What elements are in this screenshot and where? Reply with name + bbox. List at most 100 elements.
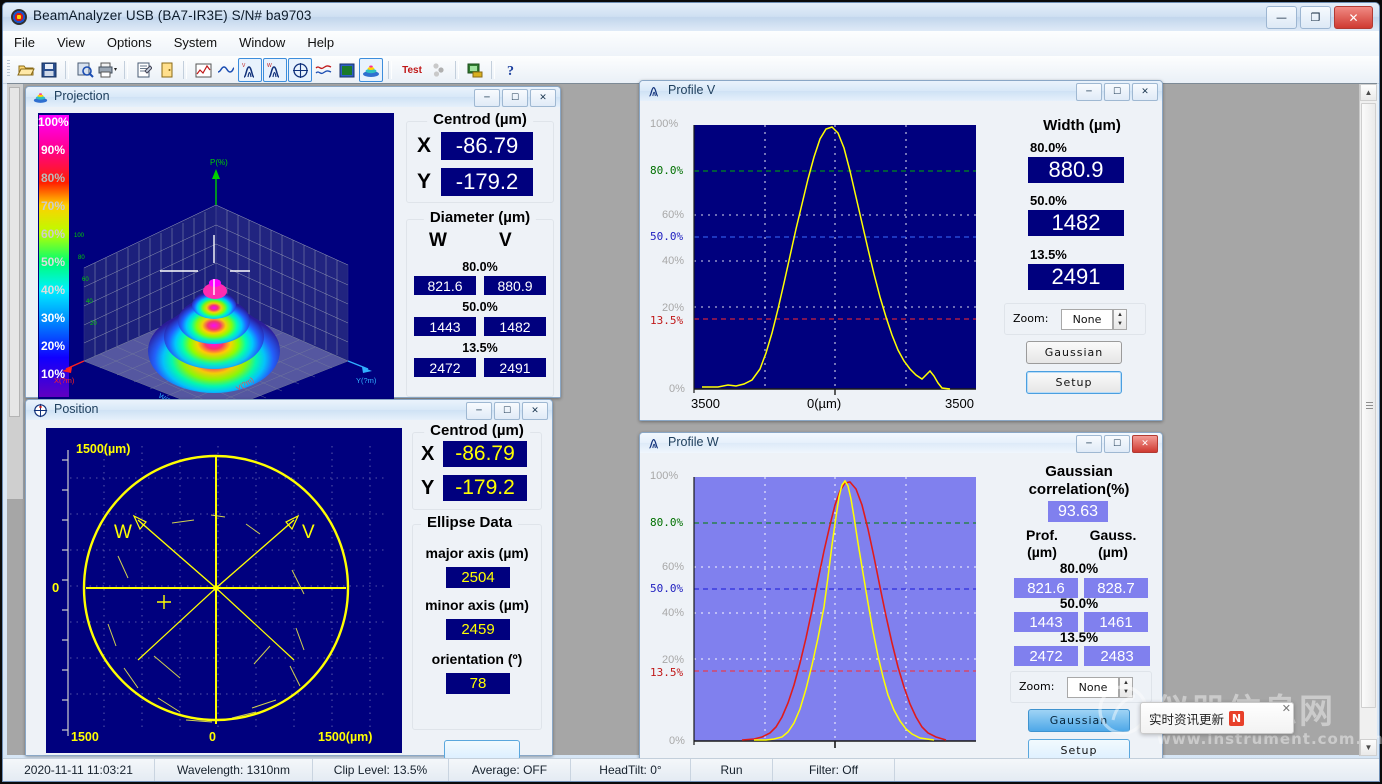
beam-dots-icon[interactable]	[428, 59, 450, 81]
profile-v-zoom-value[interactable]: None	[1061, 309, 1113, 330]
menu-item-help[interactable]: Help	[296, 31, 345, 54]
image-icon[interactable]	[336, 59, 358, 81]
projection-3d-plot[interactable]: P(%) X(?m) Y(?m) W(?m) V(?m) 10080	[38, 113, 394, 401]
profile-v-xtick-center: 0(µm)	[807, 396, 841, 411]
projection-centroid-x-label: X	[417, 134, 431, 158]
news-popup-close-icon[interactable]: ✕	[1282, 702, 1291, 715]
profile-w-zoom-spinner[interactable]: ▲▼	[1119, 677, 1133, 698]
position-plot[interactable]: W V	[46, 428, 402, 753]
projection-diameter-col-w: W	[429, 230, 447, 252]
profile-w-zoom-value[interactable]: None	[1067, 677, 1119, 698]
colorbar-tick-10: 10%	[41, 367, 65, 381]
projection-window: Projection ─ ☐ ✕	[25, 86, 561, 398]
profile-w-corr-caption-1: Gaussian	[1000, 463, 1158, 480]
toolbar-grip[interactable]	[7, 60, 10, 78]
profile-v-maximize-button[interactable]: ☐	[1104, 83, 1130, 101]
position-icon	[33, 403, 48, 418]
projection-diameter-level-50: 50.0%	[407, 300, 553, 314]
profile-w-maximize-button[interactable]: ☐	[1104, 435, 1130, 453]
menu-item-options[interactable]: Options	[96, 31, 163, 54]
profile-w-gauss-135: 2483	[1084, 646, 1150, 666]
position-minor-axis-value: 2459	[446, 619, 510, 640]
menu-item-system[interactable]: System	[163, 31, 228, 54]
position-setup-button[interactable]	[444, 740, 520, 760]
projection-title: Projection	[54, 89, 110, 103]
projection-diameter-w-135: 2472	[414, 358, 476, 377]
news-popup[interactable]: 实时资讯更新 N ✕	[1140, 702, 1294, 734]
mdi-vertical-scrollbar[interactable]: ▲ ▼	[1359, 84, 1377, 756]
projection-diameter-caption: Diameter (µm)	[424, 209, 536, 226]
profile-w-close-button[interactable]: ✕	[1132, 435, 1158, 453]
profile-v-zoom-spinner[interactable]: ▲▼	[1113, 309, 1127, 330]
print-preview-icon[interactable]	[74, 59, 96, 81]
projection-diameter-group: Diameter (µm) W V 80.0% 821.6 880.9 50.0…	[406, 219, 554, 397]
exit-door-icon[interactable]	[156, 59, 178, 81]
left-scrollbar[interactable]	[7, 84, 24, 499]
test-button[interactable]: Test	[397, 59, 427, 81]
projection-close-button[interactable]: ✕	[530, 89, 556, 107]
projection-minimize-button[interactable]: ─	[474, 89, 500, 107]
position-maximize-button[interactable]: ☐	[494, 402, 520, 420]
close-button[interactable]: ✕	[1334, 6, 1373, 29]
save-icon[interactable]	[38, 59, 60, 81]
profile-v-ytick-80: 80.0%	[650, 164, 683, 177]
profile-w-corr-value: 93.63	[1048, 501, 1108, 522]
profile-v-icon	[647, 84, 662, 99]
open-icon[interactable]	[15, 59, 37, 81]
projection-diameter-v-50: 1482	[484, 317, 546, 336]
colorbar-tick-70: 70%	[41, 199, 65, 213]
profile-v-plot-labels: 100% 80.0% 60% 50.0% 40% 20% 13.5% 0% 35…	[650, 103, 998, 419]
profile-w-col-gauss-2: (µm)	[1082, 544, 1144, 560]
profile-w-ytick-60: 60%	[662, 561, 684, 573]
left-scrollbar-thumb[interactable]	[9, 87, 20, 417]
profile-v-gaussian-button[interactable]: Gaussian	[1026, 341, 1122, 364]
window-titlebar: BeamAnalyzer USB (BA7-IR3E) S/N# ba9703 …	[3, 3, 1379, 32]
profile-v-zoom-group: Zoom: None ▲▼	[1004, 303, 1146, 335]
profile-v-icon[interactable]: V	[238, 58, 262, 82]
minimize-button[interactable]: —	[1266, 6, 1297, 29]
menu-bar: File View Options System Window Help	[3, 31, 1379, 57]
projection-diameter-level-80: 80.0%	[407, 260, 553, 274]
profile-v-xtick-left: 3500	[691, 396, 720, 411]
profile-w-col-prof-1: Prof.	[1012, 527, 1072, 543]
svg-text:40: 40	[86, 299, 93, 305]
help-icon[interactable]: ?	[500, 59, 522, 81]
print-icon[interactable]	[97, 59, 119, 81]
svg-text:P(%): P(%)	[210, 158, 228, 167]
profile-v-ytick-40: 40%	[662, 255, 684, 267]
position-major-axis-label: major axis (µm)	[413, 545, 541, 561]
toolbar-separator	[491, 61, 495, 79]
projection-maximize-button[interactable]: ☐	[502, 89, 528, 107]
wave-icon[interactable]	[215, 59, 237, 81]
properties-icon[interactable]	[133, 59, 155, 81]
settings-icon[interactable]	[464, 59, 486, 81]
position-icon[interactable]	[288, 58, 312, 82]
scroll-down-icon[interactable]: ▼	[1360, 739, 1377, 756]
profile-v-close-button[interactable]: ✕	[1132, 83, 1158, 101]
chart-icon[interactable]	[192, 59, 214, 81]
profile-w-icon[interactable]: W	[263, 58, 287, 82]
scrollbar-thumb[interactable]	[1361, 103, 1376, 708]
profile-w-gaussian-button[interactable]: Gaussian	[1028, 709, 1130, 732]
scroll-up-icon[interactable]: ▲	[1360, 84, 1377, 101]
position-minimize-button[interactable]: ─	[466, 402, 492, 420]
position-centroid-x-label: X	[421, 443, 434, 466]
maximize-button[interactable]: ❐	[1300, 6, 1331, 29]
position-close-button[interactable]: ✕	[522, 402, 548, 420]
profile-w-ytick-50: 50.0%	[650, 582, 683, 595]
svg-text:Y(?m): Y(?m)	[356, 376, 377, 385]
profile-v-minimize-button[interactable]: ─	[1076, 83, 1102, 101]
status-timestamp: 2020-11-11 11:03:21	[3, 759, 155, 781]
menu-item-window[interactable]: Window	[228, 31, 296, 54]
projection-centroid-caption: Centrod (µm)	[427, 111, 533, 128]
profile-v-setup-button[interactable]: Setup	[1026, 371, 1122, 394]
trend-icon[interactable]	[313, 59, 335, 81]
profile-w-minimize-button[interactable]: ─	[1076, 435, 1102, 453]
profile-w-level-135: 13.5%	[1000, 630, 1158, 645]
position-ellipse-group: Ellipse Data major axis (µm) 2504 minor …	[412, 524, 542, 730]
projection-icon[interactable]	[359, 58, 383, 82]
menu-item-file[interactable]: File	[3, 31, 46, 54]
status-average: Average: OFF	[449, 759, 571, 781]
projection-diameter-v-80: 880.9	[484, 276, 546, 295]
menu-item-view[interactable]: View	[46, 31, 96, 54]
